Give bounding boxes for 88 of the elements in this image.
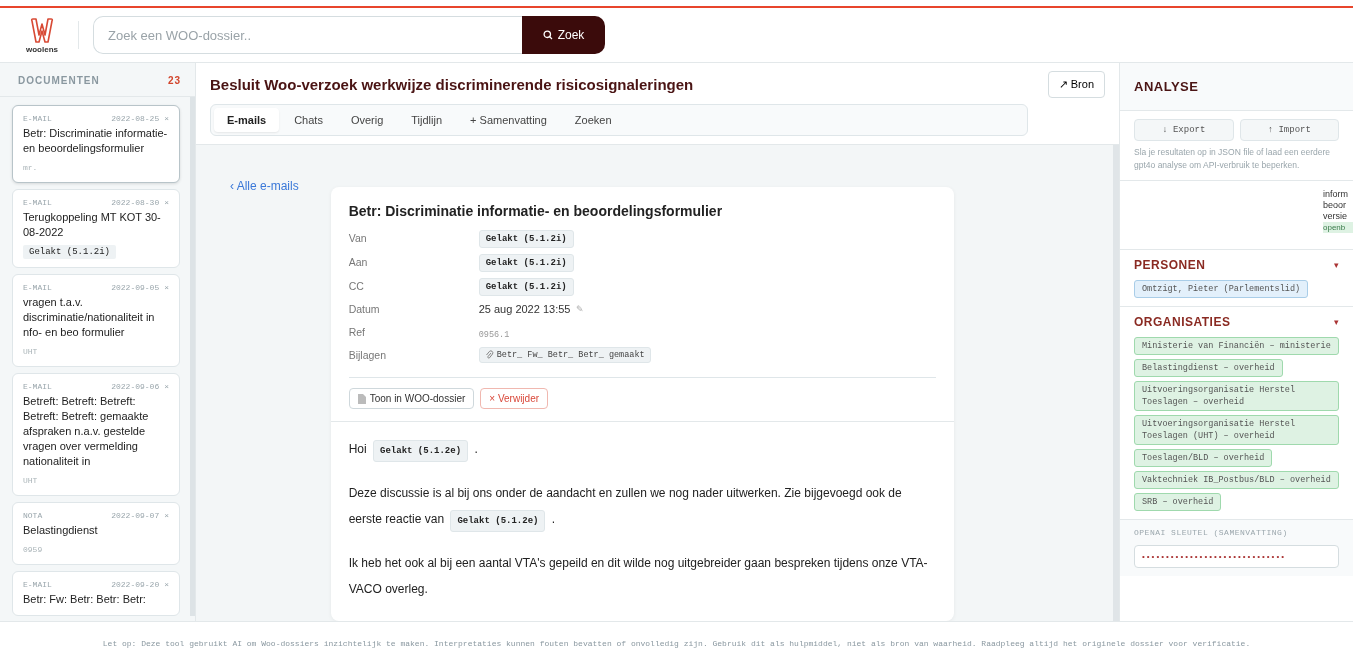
- document-card[interactable]: E-MAIL 2022-08-30 × Terugkoppeling MT KOT 30-08-2022 Gelakt (5.1.2i): [12, 189, 180, 268]
- organisation-tag: Uitvoeringsorganisatie Herstel Toeslagen (UHT) – overheid: [1134, 415, 1339, 445]
- document-type: E-MAIL: [23, 198, 52, 207]
- summary-text: inform: [1323, 189, 1349, 200]
- panel-title: ANALYSE: [1120, 63, 1353, 111]
- document-meta: mr.: [23, 163, 38, 172]
- body-paragraph: Deze discussie is al bij ons onder de aandacht en zullen we nog nader uitwerken. Zie bijgevoegd ook de eerste reactie van Gelakt (5.1.2e) .: [348, 480, 936, 532]
- document-title: Betr: Discriminatie informatie- en beoordelingsformulier: [23, 126, 169, 156]
- api-key-field[interactable]: ••••••••••••••••••••••••••••••: [1134, 545, 1339, 568]
- section-title: PERSONEN: [1134, 258, 1206, 272]
- document-title: Betreft: Betreft: Betreft: Betreft: Betreft: gemaakte afspraken n.a.v. gestelde vragen over vermelding nationaliteit in: [23, 394, 150, 469]
- attachment-chip[interactable]: Betr_ Fw_ Betr_ Betr_ gemaakt: [478, 347, 651, 363]
- tab[interactable]: Chats: [281, 108, 336, 132]
- paperclip-icon: [484, 350, 494, 360]
- field-label: Bijlagen: [348, 349, 388, 361]
- field-label: Datum: [348, 303, 381, 315]
- field-label: Aan: [348, 255, 369, 268]
- organisation-tag: Toeslagen/BLD – overheid: [1134, 449, 1273, 467]
- document-date: 2022-09-05: [111, 283, 160, 292]
- tab[interactable]: E-mails: [214, 108, 280, 132]
- redacted-tag: Gelakt (5.1.2i): [23, 245, 116, 259]
- email-subject: Betr: Discriminatie informatie- en beoordelingsformulier: [348, 203, 724, 219]
- document-title: Terugkoppeling MT KOT 30-08-2022: [23, 210, 162, 240]
- redacted-tag: Gelakt (5.1.2i): [478, 254, 574, 272]
- organisation-tag: Ministerie van Financiën – ministerie: [1134, 337, 1339, 355]
- back-link[interactable]: ‹ Alle e-mails: [230, 179, 299, 193]
- redacted-tag: Gelakt (5.1.2i): [478, 230, 574, 248]
- document-date: 2022-09-20: [111, 580, 160, 589]
- body-paragraph: Hoi Gelakt (5.1.2e) .: [348, 436, 936, 462]
- reference-text: 0956.1: [478, 330, 510, 340]
- source-button[interactable]: ↗ Bron: [1047, 71, 1105, 98]
- logo-icon: [29, 16, 55, 45]
- document-type: E-MAIL: [23, 382, 52, 391]
- status-badge: openb: [1323, 222, 1353, 233]
- document-card[interactable]: E-MAIL 2022-09-20 × Betr: Fw: Betr: Betr: Betr:: [12, 571, 180, 616]
- field-label: Ref: [348, 326, 367, 338]
- document-type: E-MAIL: [23, 114, 52, 123]
- document-card[interactable]: NOTA 2022-09-07 × Belastingdienst 0959: [12, 502, 180, 565]
- date-text: 25 aug 2022 13:55: [478, 303, 571, 315]
- document-title: vragen t.a.v. discriminatie/nationaliteit in nfo- en beo formulier: [23, 295, 156, 340]
- hint-text: Sla je resultaten op in JSON file of laad een eerdere gpt4o analyse om API-verbruik te beperken.: [1134, 146, 1332, 172]
- document-card[interactable]: E-MAIL 2022-09-05 × vragen t.a.v. discriminatie/nationaliteit in nfo- en beo formulier UHT: [12, 274, 180, 367]
- disclaimer-text: Let op: Deze tool gebruikt AI om Woo-dossiers inzichtelijk te maken. Interpretaties kunnen fouten bevatten of onvolledig zijn. Gebruik dit als hulpmiddel, niet als bron van waarheid. Raadpleeg altijd het originele dossier voor verificatie.: [102, 638, 1251, 650]
- redacted-tag: Gelakt (5.1.2e): [373, 440, 469, 462]
- export-button[interactable]: ↓ Export: [1134, 119, 1234, 141]
- document-title: Betr: Fw: Betr: Betr: Betr:: [23, 592, 147, 607]
- tab[interactable]: Tijdlijn: [398, 108, 456, 132]
- document-count: 23: [167, 75, 181, 86]
- import-button[interactable]: ↑ Import: [1239, 119, 1339, 141]
- field-label: OPENAI SLEUTEL (SAMENVATTING): [1134, 528, 1289, 537]
- logo-text: woolens: [26, 44, 58, 54]
- document-type: E-MAIL: [23, 283, 52, 292]
- organisation-tag: SRB – overheid: [1134, 493, 1222, 511]
- document-date: 2022-08-30: [111, 198, 160, 207]
- document-icon: [357, 393, 366, 404]
- redacted-tag: Gelakt (5.1.2e): [450, 510, 546, 532]
- document-type: NOTA: [23, 511, 43, 520]
- document-meta: UHT: [23, 347, 38, 356]
- sidebar-title: DOCUMENTEN: [18, 75, 100, 86]
- section-title: ORGANISATIES: [1134, 315, 1231, 329]
- organisation-tag: Belastingdienst – overheid: [1134, 359, 1283, 377]
- document-card[interactable]: E-MAIL 2022-08-25 × Betr: Discriminatie informatie- en beoordelingsformulier mr.: [12, 105, 180, 183]
- search-button[interactable]: Zoek: [522, 16, 605, 54]
- tab[interactable]: Overig: [337, 108, 397, 132]
- delete-button[interactable]: × Verwijder: [480, 388, 549, 409]
- open-button[interactable]: Toon in WOO-dossier: [348, 388, 475, 409]
- document-card[interactable]: E-MAIL 2022-09-06 × Betreft: Betreft: Betreft: Betreft: Betreft: gemaakte afspraken n.a.v. gestelde vragen over vermelding nationaliteit in UHT: [12, 373, 180, 496]
- document-date: 2022-09-06: [111, 382, 160, 391]
- organisation-tag: Uitvoeringsorganisatie Herstel Toeslagen – overheid: [1134, 381, 1339, 411]
- document-meta: UHT: [23, 476, 38, 485]
- person-tag: Omtzigt, Pieter (Parlementslid): [1134, 280, 1309, 298]
- search-icon: [542, 30, 553, 40]
- tab[interactable]: + Samenvatting: [457, 108, 560, 132]
- dossier-title: Besluit Woo-verzoek werkwijze discriminerende risicosignaleringen: [210, 76, 694, 93]
- search-field[interactable]: Zoek een WOO-dossier..: [93, 16, 522, 54]
- document-date: 2022-08-25: [111, 114, 160, 123]
- document-title: Belastingdienst: [23, 523, 99, 538]
- tab[interactable]: Zoeken: [561, 108, 625, 132]
- document-meta: 0959: [23, 545, 43, 554]
- organisation-tag: Vaktechniek IB_Postbus/BLD – overheid: [1134, 471, 1339, 489]
- field-label: CC: [348, 279, 365, 292]
- summary-text: beoor: [1323, 200, 1348, 211]
- redacted-tag: Gelakt (5.1.2i): [478, 278, 574, 296]
- field-label: Van: [348, 231, 368, 244]
- body-paragraph: Ik heb het ook al bij een aantal VTA's gepeild en dit wilde nog uitgebreider gaan bespreken tijdens onze VTA-VACO overleg.: [348, 555, 929, 598]
- summary-text: versie: [1323, 211, 1348, 222]
- document-date: 2022-09-07: [111, 511, 160, 520]
- document-type: E-MAIL: [23, 580, 52, 589]
